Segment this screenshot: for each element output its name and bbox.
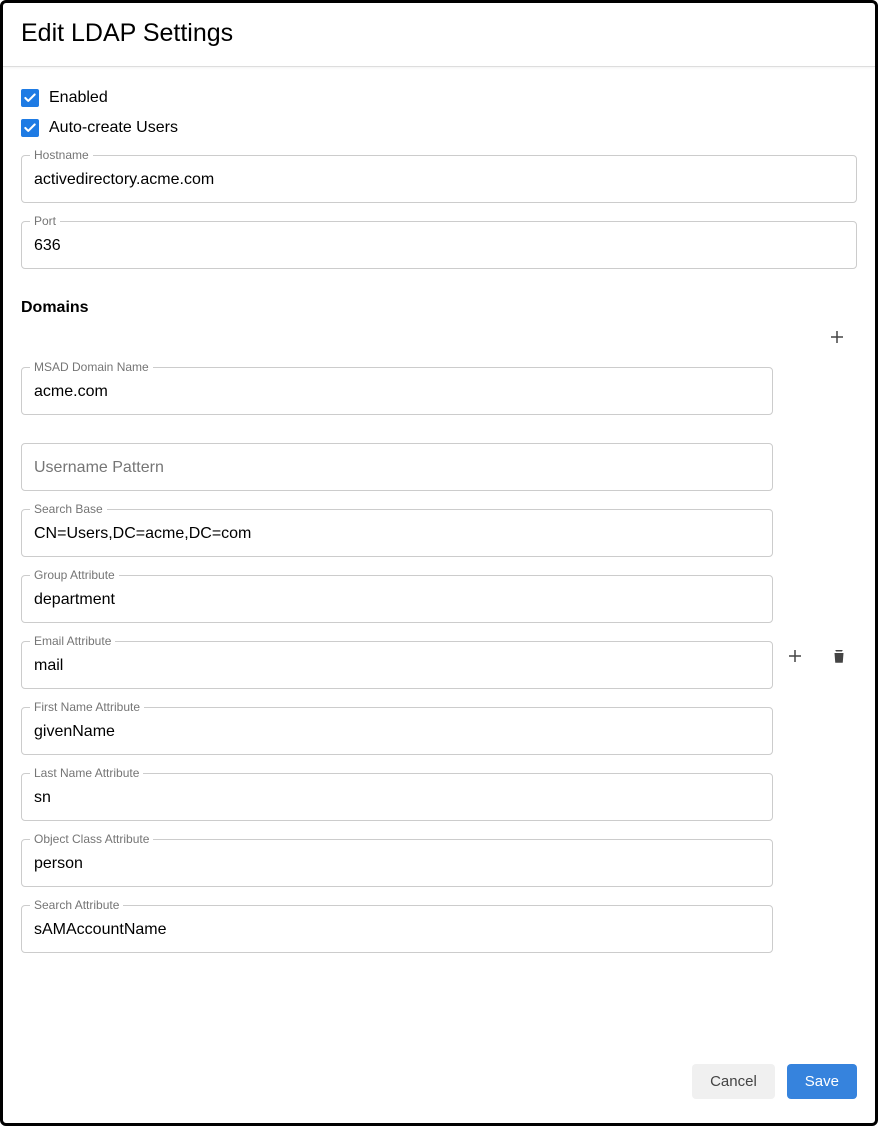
email-attr-actions	[783, 644, 851, 668]
last-name-attr-wrapper: Last Name Attribute	[21, 773, 773, 821]
search-attr-input[interactable]	[21, 905, 773, 953]
enabled-label: Enabled	[49, 89, 108, 107]
autocreate-row: Auto-create Users	[21, 119, 857, 137]
cancel-button[interactable]: Cancel	[692, 1064, 775, 1099]
dialog-content: Enabled Auto-create Users Hostname Port …	[3, 67, 875, 1052]
hostname-input[interactable]	[21, 155, 857, 203]
email-attr-wrapper: Email Attribute	[21, 641, 773, 689]
search-base-label: Search Base	[30, 502, 107, 516]
first-name-attr-wrapper: First Name Attribute	[21, 707, 773, 755]
group-attr-input[interactable]	[21, 575, 773, 623]
plus-icon	[786, 647, 804, 665]
last-name-attr-label: Last Name Attribute	[30, 766, 143, 780]
username-pattern-wrapper	[21, 443, 773, 491]
dialog-footer: Cancel Save	[3, 1052, 875, 1123]
email-attr-label: Email Attribute	[30, 634, 115, 648]
autocreate-label: Auto-create Users	[49, 119, 178, 137]
delete-email-attr-button[interactable]	[827, 644, 851, 668]
search-base-input[interactable]	[21, 509, 773, 557]
first-name-attr-input[interactable]	[21, 707, 773, 755]
port-label: Port	[30, 214, 60, 228]
enabled-checkbox[interactable]	[21, 89, 39, 107]
dialog-header: Edit LDAP Settings	[3, 3, 875, 67]
dialog-title: Edit LDAP Settings	[21, 19, 857, 48]
search-attr-wrapper: Search Attribute	[21, 905, 773, 953]
email-attr-input[interactable]	[21, 641, 773, 689]
domain-item: MSAD Domain Name Search Base Group Attri…	[21, 367, 857, 953]
object-class-attr-input[interactable]	[21, 839, 773, 887]
msad-domain-wrapper: MSAD Domain Name	[21, 367, 773, 415]
search-base-wrapper: Search Base	[21, 509, 773, 557]
check-icon	[23, 91, 37, 105]
object-class-attr-wrapper: Object Class Attribute	[21, 839, 773, 887]
check-icon	[23, 121, 37, 135]
msad-domain-label: MSAD Domain Name	[30, 360, 153, 374]
plus-icon	[828, 328, 846, 346]
msad-domain-input[interactable]	[21, 367, 773, 415]
group-attr-wrapper: Group Attribute	[21, 575, 773, 623]
hostname-field-wrapper: Hostname	[21, 155, 857, 203]
autocreate-checkbox[interactable]	[21, 119, 39, 137]
hostname-label: Hostname	[30, 148, 93, 162]
object-class-attr-label: Object Class Attribute	[30, 832, 153, 846]
save-button[interactable]: Save	[787, 1064, 857, 1099]
username-pattern-input[interactable]	[21, 443, 773, 491]
trash-icon	[830, 647, 848, 665]
domains-add-row	[21, 325, 857, 349]
port-input[interactable]	[21, 221, 857, 269]
domains-heading: Domains	[21, 299, 857, 317]
port-field-wrapper: Port	[21, 221, 857, 269]
enabled-row: Enabled	[21, 89, 857, 107]
first-name-attr-label: First Name Attribute	[30, 700, 144, 714]
last-name-attr-input[interactable]	[21, 773, 773, 821]
search-attr-label: Search Attribute	[30, 898, 123, 912]
email-attr-row: Email Attribute	[21, 623, 773, 689]
add-email-attr-button[interactable]	[783, 644, 807, 668]
group-attr-label: Group Attribute	[30, 568, 119, 582]
add-domain-button[interactable]	[825, 325, 849, 349]
